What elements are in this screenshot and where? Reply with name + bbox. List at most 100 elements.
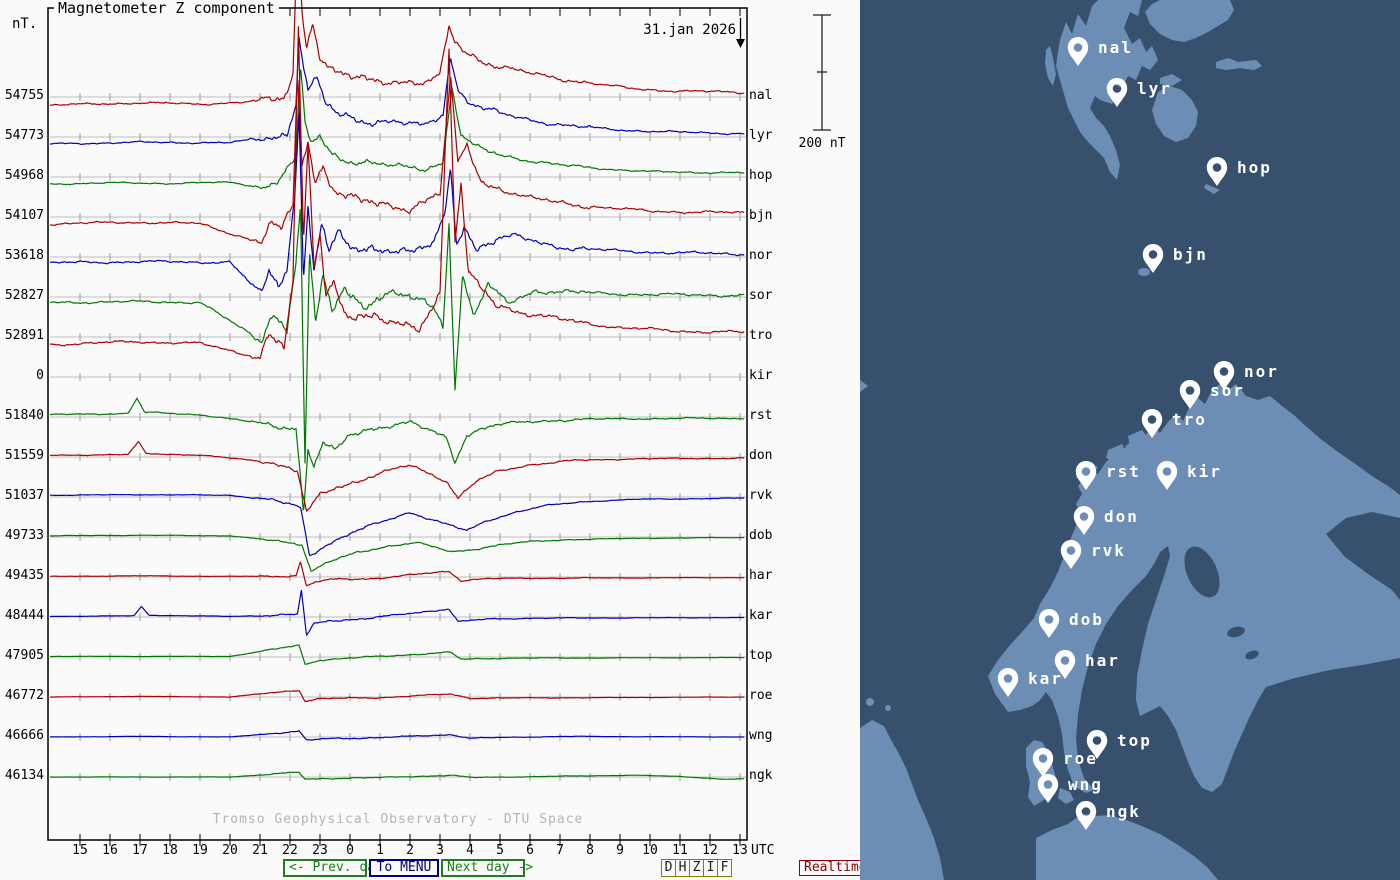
component-button-H[interactable]: H: [676, 860, 690, 876]
station-label-hop: hop: [749, 168, 773, 183]
map-pin-label-hop: hop: [1237, 158, 1272, 177]
map-pin-label-rvk: rvk: [1091, 541, 1126, 560]
stackplot-panel: Magnetometer Z component nT. 31.jan 2026…: [0, 0, 867, 880]
station-label-top: top: [749, 648, 773, 663]
map-pin-label-tro: tro: [1172, 410, 1207, 429]
map-pin-label-rst: rst: [1106, 462, 1141, 481]
component-button-F[interactable]: F: [718, 860, 731, 876]
map-pin-icon: [997, 668, 1019, 697]
map-pin-tro[interactable]: [1141, 409, 1163, 440]
y-tick-har: 49435: [4, 568, 44, 583]
trace-don: [50, 441, 745, 512]
y-tick-rvk: 51037: [4, 488, 44, 503]
trace-dob: [50, 534, 745, 572]
map-pin-icon: [1179, 380, 1201, 409]
trace-har: [50, 561, 745, 587]
prev-day-button[interactable]: <- Prev. day: [283, 859, 383, 877]
map-pin-rst[interactable]: [1075, 461, 1097, 492]
realtime-button[interactable]: Realtime: [799, 860, 867, 876]
map-pin-don[interactable]: [1073, 506, 1095, 537]
y-tick-top: 47905: [4, 648, 44, 663]
map-pin-label-dob: dob: [1069, 610, 1104, 629]
map-pin-wng[interactable]: [1037, 774, 1059, 805]
trace-hop: [50, 69, 745, 190]
map-pin-label-har: har: [1085, 651, 1120, 670]
x-tick-2: 2: [406, 843, 414, 858]
trace-nor: [49, 113, 745, 292]
x-tick-15: 15: [72, 843, 88, 858]
x-tick-4: 4: [466, 843, 474, 858]
y-axis-unit-label: nT.: [12, 16, 38, 32]
x-tick-13: 13: [732, 843, 748, 858]
x-tick-5: 5: [496, 843, 504, 858]
map-pin-label-bjn: bjn: [1173, 245, 1208, 264]
station-label-roe: roe: [749, 688, 773, 703]
map-pin-label-kir: kir: [1187, 462, 1222, 481]
station-label-tro: tro: [749, 328, 773, 343]
map-pin-label-nal: nal: [1098, 38, 1133, 57]
component-button-Z[interactable]: Z: [690, 860, 704, 876]
map-pin-rvk[interactable]: [1060, 540, 1082, 571]
x-tick-12: 12: [702, 843, 718, 858]
trace-lyr: [49, 36, 745, 145]
map-pin-label-nor: nor: [1244, 362, 1279, 381]
map-pin-label-top: top: [1117, 731, 1152, 750]
map-pin-hop[interactable]: [1206, 157, 1228, 188]
component-button-D[interactable]: D: [662, 860, 676, 876]
component-button-I[interactable]: I: [704, 860, 718, 876]
trace-rvk: [50, 493, 745, 557]
map-pin-lyr[interactable]: [1106, 78, 1128, 109]
trace-kar: [50, 590, 745, 637]
y-tick-sor: 52827: [4, 288, 44, 303]
map-pin-icon: [1141, 409, 1163, 438]
map-pin-label-wng: wng: [1068, 775, 1103, 794]
map-pin-icon: [1073, 506, 1095, 535]
map-pin-kir[interactable]: [1156, 461, 1178, 492]
y-tick-ngk: 46134: [4, 768, 44, 783]
x-tick-23: 23: [312, 843, 328, 858]
map-pin-bjn[interactable]: [1142, 244, 1164, 275]
x-tick-7: 7: [556, 843, 564, 858]
station-label-kar: kar: [749, 608, 773, 623]
map-pin-icon: [1067, 37, 1089, 66]
map-pin-label-roe: roe: [1063, 749, 1098, 768]
map-pin-nal[interactable]: [1067, 37, 1089, 68]
station-label-rst: rst: [749, 408, 773, 423]
station-label-rvk: rvk: [749, 488, 773, 503]
map-pin-label-ngk: ngk: [1106, 802, 1141, 821]
x-tick-21: 21: [252, 843, 268, 858]
x-tick-22: 22: [282, 843, 298, 858]
component-selector: DHZIF: [661, 859, 732, 877]
y-tick-roe: 46772: [4, 688, 44, 703]
plot-title: Magnetometer Z component: [54, 0, 279, 16]
x-tick-20: 20: [222, 843, 238, 858]
map-pin-sor[interactable]: [1179, 380, 1201, 411]
x-tick-19: 19: [192, 843, 208, 858]
x-tick-0: 0: [346, 843, 354, 858]
map-pin-label-sor: sor: [1210, 381, 1245, 400]
map-pin-ngk[interactable]: [1075, 801, 1097, 832]
to-menu-button[interactable]: To MENU: [369, 859, 439, 877]
observatory-credit: Tromso Geophysical Observatory - DTU Spa…: [212, 812, 584, 827]
magnetometer-app: Magnetometer Z component nT. 31.jan 2026…: [0, 0, 1400, 880]
trace-ngk: [49, 771, 745, 780]
station-label-wng: wng: [749, 728, 773, 743]
trace-top: [50, 644, 745, 665]
map-pin-kar[interactable]: [997, 668, 1019, 699]
map-pin-icon: [1037, 774, 1059, 803]
trace-roe: [50, 690, 745, 703]
map-pin-dob[interactable]: [1038, 609, 1060, 640]
x-tick-6: 6: [526, 843, 534, 858]
x-tick-3: 3: [436, 843, 444, 858]
scale-bar-label: 200 nT: [798, 136, 846, 151]
y-tick-kar: 48444: [4, 608, 44, 623]
next-day-button[interactable]: Next day ->: [441, 859, 533, 877]
y-tick-hop: 54968: [4, 168, 44, 183]
map-pin-icon: [1206, 157, 1228, 186]
station-label-kir: kir: [749, 368, 773, 383]
trace-wng: [50, 730, 745, 741]
y-tick-rst: 51840: [4, 408, 44, 423]
y-tick-tro: 52891: [4, 328, 44, 343]
x-tick-16: 16: [102, 843, 118, 858]
map-pin-label-don: don: [1104, 507, 1139, 526]
